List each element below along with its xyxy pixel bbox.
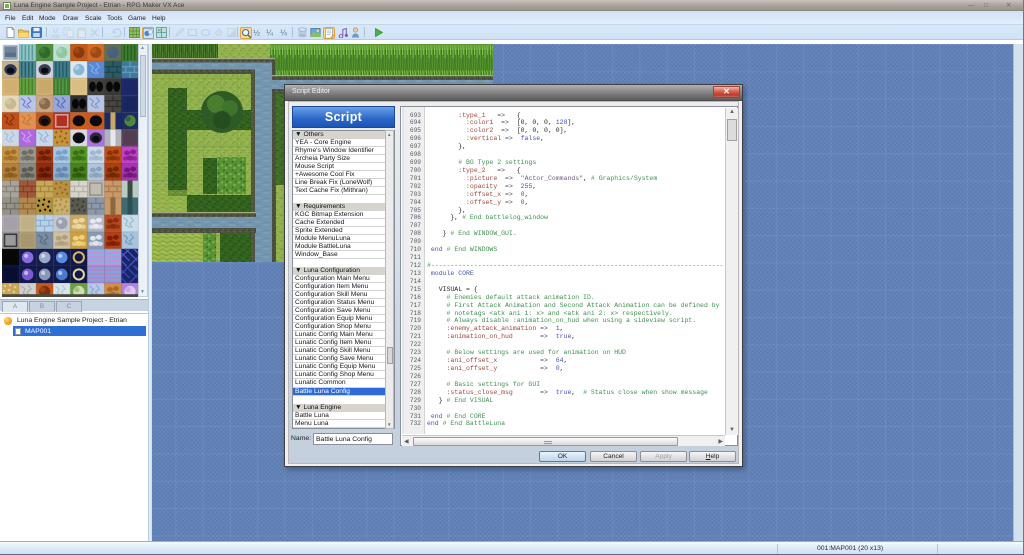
svg-text:⅛: ⅛ bbox=[280, 29, 287, 38]
svg-text:½: ½ bbox=[253, 29, 260, 38]
svg-text:¼: ¼ bbox=[266, 29, 273, 38]
svg-text:R: R bbox=[158, 28, 161, 33]
